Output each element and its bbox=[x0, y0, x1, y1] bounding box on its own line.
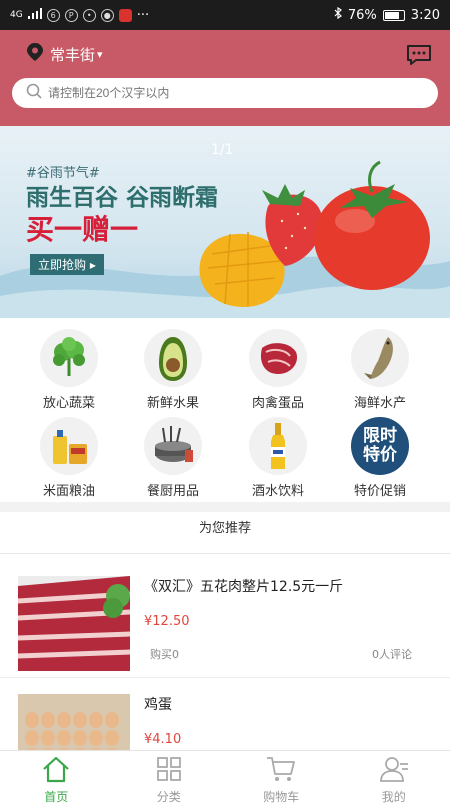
category-grid-icon bbox=[155, 768, 183, 787]
tomato-image bbox=[314, 162, 430, 290]
tab-label: 分类 bbox=[113, 788, 226, 805]
category-label: 放心蔬菜 bbox=[24, 392, 114, 411]
network-label: 4G bbox=[10, 10, 23, 20]
grain-oil-icon bbox=[40, 417, 98, 475]
product-item[interactable]: 《双汇》五花肉整片12.5元一斤 ¥12.50 购买0 0人评论 bbox=[0, 560, 450, 678]
category-fruit[interactable]: 新鲜水果 bbox=[128, 329, 218, 411]
location-selector[interactable]: 常丰街 ▾ bbox=[26, 42, 103, 66]
tab-category[interactable]: 分类 bbox=[113, 751, 226, 800]
category-label: 新鲜水果 bbox=[128, 392, 218, 411]
category-kitchenware[interactable]: 餐厨用品 bbox=[128, 417, 218, 499]
banner-buy-button[interactable]: 立即抢购 ▸ bbox=[30, 254, 104, 275]
battery-percent: 76% bbox=[348, 8, 377, 23]
promo-badge-line1: 限时 bbox=[363, 427, 397, 446]
tab-cart[interactable]: 购物车 bbox=[225, 751, 338, 800]
tab-profile[interactable]: 我的 bbox=[338, 751, 450, 800]
promo-badge-line2: 特价 bbox=[363, 446, 397, 465]
search-icon bbox=[26, 83, 42, 103]
more-indicator: ··· bbox=[137, 8, 149, 23]
category-label: 海鲜水产 bbox=[335, 392, 425, 411]
product-name: 鸡蛋 bbox=[144, 694, 172, 714]
product-price: ¥12.50 bbox=[144, 614, 190, 629]
product-price: ¥4.10 bbox=[144, 732, 181, 747]
promotion-icon: 限时 特价 bbox=[351, 417, 409, 475]
status-left: 4G 6 P • ● ··· bbox=[10, 8, 149, 23]
category-grain-oil[interactable]: 米面粮油 bbox=[24, 417, 114, 499]
app-header: 常丰街 ▾ bbox=[0, 30, 450, 126]
tab-label: 购物车 bbox=[225, 788, 338, 805]
product-comment-count: 0人评论 bbox=[372, 646, 412, 662]
p-app-icon: P bbox=[65, 9, 78, 22]
bottom-tab-bar: 首页 分类 购物车 我的 bbox=[0, 750, 450, 800]
location-caret-icon: ▾ bbox=[97, 48, 103, 61]
category-vegetables[interactable]: 放心蔬菜 bbox=[24, 329, 114, 411]
promo-banner[interactable]: 1/1 #谷雨节气# 雨生百谷 谷雨断霜 买一赠一 立即抢购 ▸ bbox=[0, 126, 450, 318]
chat-app-icon: ● bbox=[101, 9, 114, 22]
signal-icon bbox=[28, 8, 42, 23]
recommend-title: 为您推荐 bbox=[0, 512, 450, 554]
status-bar: 4G 6 P • ● ··· 76% 3:20 bbox=[0, 0, 450, 30]
search-input[interactable] bbox=[48, 86, 388, 100]
category-seafood[interactable]: 海鲜水产 bbox=[335, 329, 425, 411]
category-label: 米面粮油 bbox=[24, 480, 114, 499]
tab-label: 首页 bbox=[0, 788, 113, 805]
bluetooth-icon bbox=[334, 7, 342, 23]
category-beverages[interactable]: 酒水饮料 bbox=[233, 417, 323, 499]
category-meat-eggs[interactable]: 肉禽蛋品 bbox=[233, 329, 323, 411]
weibo-icon: 6 bbox=[47, 9, 60, 22]
battery-icon bbox=[383, 10, 405, 21]
product-image-pork bbox=[18, 576, 130, 671]
status-right: 76% 3:20 bbox=[334, 7, 440, 23]
cart-icon bbox=[265, 768, 297, 787]
red-app-icon bbox=[119, 9, 132, 22]
meat-icon bbox=[249, 329, 307, 387]
search-bar[interactable] bbox=[12, 78, 438, 108]
banner-offer: 买一赠一 bbox=[26, 208, 138, 248]
product-sold-count: 购买0 bbox=[150, 646, 179, 662]
profile-icon bbox=[378, 768, 410, 787]
vegetable-icon bbox=[40, 329, 98, 387]
category-grid: 放心蔬菜 新鲜水果 肉禽蛋品 海鲜水产 米面粮油 餐厨用品 酒水饮料 bbox=[0, 318, 450, 502]
category-label: 餐厨用品 bbox=[128, 480, 218, 499]
section-divider bbox=[0, 502, 450, 512]
tab-label: 我的 bbox=[338, 788, 450, 805]
message-icon[interactable] bbox=[406, 44, 432, 70]
beverage-icon bbox=[249, 417, 307, 475]
avocado-icon bbox=[144, 329, 202, 387]
category-label: 特价促销 bbox=[335, 480, 425, 499]
location-pin-icon bbox=[26, 42, 44, 66]
banner-title: 雨生百谷 谷雨断霜 bbox=[26, 178, 218, 212]
fish-icon bbox=[351, 329, 409, 387]
notification-icon: • bbox=[83, 9, 96, 22]
kitchenware-icon bbox=[144, 417, 202, 475]
category-label: 酒水饮料 bbox=[233, 480, 323, 499]
location-label: 常丰街 bbox=[50, 44, 95, 65]
tab-home[interactable]: 首页 bbox=[0, 751, 113, 800]
product-name: 《双汇》五花肉整片12.5元一斤 bbox=[144, 576, 343, 596]
category-label: 肉禽蛋品 bbox=[233, 392, 323, 411]
clock: 3:20 bbox=[411, 8, 440, 23]
category-promotion[interactable]: 限时 特价 特价促销 bbox=[335, 417, 425, 499]
home-icon bbox=[41, 768, 71, 787]
banner-page-indicator: 1/1 bbox=[211, 142, 234, 158]
